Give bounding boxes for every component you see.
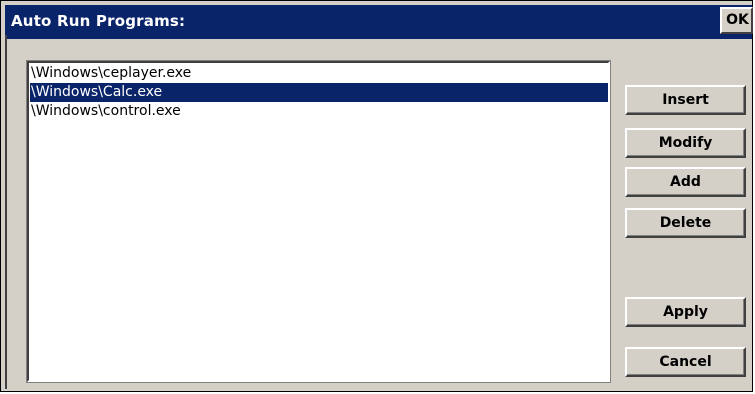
list-item-ceplayer[interactable]: \Windows\ceplayer.exe bbox=[30, 64, 608, 83]
program-listbox[interactable]: \Windows\ceplayer.exe \Windows\Calc.exe … bbox=[26, 60, 611, 383]
list-item-calc[interactable]: \Windows\Calc.exe bbox=[30, 83, 608, 102]
add-button[interactable]: Add bbox=[625, 167, 746, 197]
window-left-edge bbox=[5, 35, 7, 389]
insert-button[interactable]: Insert bbox=[625, 85, 746, 115]
auto-run-dialog: Auto Run Programs: OK \Windows\ceplayer.… bbox=[0, 0, 753, 392]
cancel-button[interactable]: Cancel bbox=[625, 347, 746, 377]
delete-button[interactable]: Delete bbox=[625, 208, 746, 238]
apply-button[interactable]: Apply bbox=[625, 297, 746, 327]
ok-button[interactable]: OK bbox=[720, 7, 753, 34]
dialog-title: Auto Run Programs: bbox=[11, 12, 186, 30]
modify-button[interactable]: Modify bbox=[625, 128, 746, 158]
list-item-control[interactable]: \Windows\control.exe bbox=[30, 102, 608, 121]
title-bar: Auto Run Programs: OK bbox=[1, 1, 753, 39]
